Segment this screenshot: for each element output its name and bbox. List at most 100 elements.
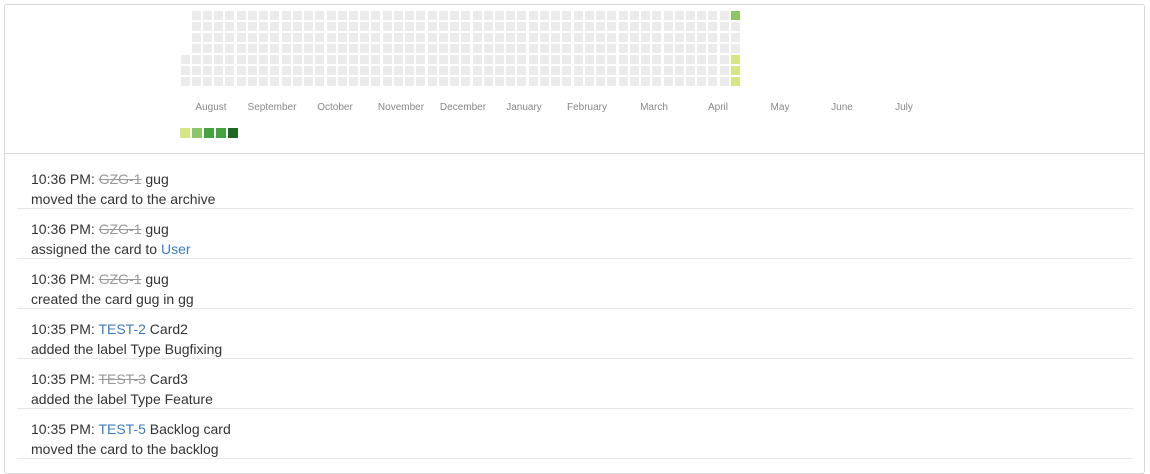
heatmap-day-cell[interactable]	[574, 55, 583, 64]
heatmap-day-cell[interactable]	[517, 55, 526, 64]
heatmap-day-cell[interactable]	[708, 44, 717, 53]
heatmap-day-cell[interactable]	[282, 22, 291, 31]
heatmap-day-cell[interactable]	[248, 55, 257, 64]
heatmap-day-cell[interactable]	[731, 22, 740, 31]
heatmap-day-cell[interactable]	[641, 11, 650, 20]
heatmap-day-cell[interactable]	[495, 33, 504, 42]
heatmap-day-cell[interactable]	[708, 33, 717, 42]
heatmap-day-cell[interactable]	[270, 77, 279, 86]
heatmap-day-cell[interactable]	[293, 66, 302, 75]
heatmap-day-cell[interactable]	[349, 33, 358, 42]
heatmap-day-cell[interactable]	[282, 55, 291, 64]
heatmap-day-cell[interactable]	[720, 11, 729, 20]
heatmap-day-cell[interactable]	[630, 33, 639, 42]
heatmap-day-cell[interactable]	[371, 44, 380, 53]
heatmap-day-cell[interactable]	[596, 33, 605, 42]
heatmap-day-cell[interactable]	[237, 22, 246, 31]
heatmap-day-cell[interactable]	[652, 66, 661, 75]
heatmap-day-cell[interactable]	[473, 22, 482, 31]
heatmap-day-cell[interactable]	[517, 44, 526, 53]
heatmap-day-cell[interactable]	[529, 11, 538, 20]
heatmap-day-cell[interactable]	[461, 77, 470, 86]
heatmap-day-cell[interactable]	[405, 22, 414, 31]
heatmap-day-cell[interactable]	[405, 33, 414, 42]
heatmap-day-cell[interactable]	[225, 77, 234, 86]
heatmap-day-cell[interactable]	[405, 66, 414, 75]
heatmap-day-cell[interactable]	[405, 11, 414, 20]
heatmap-day-cell[interactable]	[428, 66, 437, 75]
heatmap-day-cell[interactable]	[282, 44, 291, 53]
heatmap-day-cell[interactable]	[720, 66, 729, 75]
heatmap-day-cell[interactable]	[697, 44, 706, 53]
heatmap-day-cell[interactable]	[214, 22, 223, 31]
heatmap-day-cell[interactable]	[551, 11, 560, 20]
heatmap-day-cell[interactable]	[675, 11, 684, 20]
heatmap-day-cell[interactable]	[630, 66, 639, 75]
heatmap-day-cell[interactable]	[708, 66, 717, 75]
heatmap-day-cell[interactable]	[619, 66, 628, 75]
heatmap-day-cell[interactable]	[607, 44, 616, 53]
heatmap-day-cell[interactable]	[540, 11, 549, 20]
heatmap-day-cell[interactable]	[607, 11, 616, 20]
heatmap-day-cell[interactable]	[349, 44, 358, 53]
heatmap-day-cell[interactable]	[585, 11, 594, 20]
heatmap-day-cell[interactable]	[517, 22, 526, 31]
heatmap-day-cell[interactable]	[517, 66, 526, 75]
heatmap-day-cell[interactable]	[450, 33, 459, 42]
heatmap-day-cell[interactable]	[574, 33, 583, 42]
heatmap-day-cell[interactable]	[461, 44, 470, 53]
heatmap-day-cell[interactable]	[405, 44, 414, 53]
heatmap-day-cell[interactable]	[192, 55, 201, 64]
heatmap-day-cell[interactable]	[192, 11, 201, 20]
heatmap-day-cell[interactable]	[461, 33, 470, 42]
heatmap-day-cell[interactable]	[529, 77, 538, 86]
heatmap-day-cell[interactable]	[394, 22, 403, 31]
heatmap-day-cell[interactable]	[439, 22, 448, 31]
heatmap-day-cell[interactable]	[484, 66, 493, 75]
heatmap-day-cell[interactable]	[506, 44, 515, 53]
heatmap-day-cell[interactable]	[686, 77, 695, 86]
heatmap-day-cell[interactable]	[540, 44, 549, 53]
heatmap-day-cell[interactable]	[304, 22, 313, 31]
heatmap-day-cell[interactable]	[259, 11, 268, 20]
heatmap-day-cell[interactable]	[416, 11, 425, 20]
heatmap-day-cell[interactable]	[506, 11, 515, 20]
heatmap-day-cell[interactable]	[214, 77, 223, 86]
heatmap-day-cell[interactable]	[225, 66, 234, 75]
heatmap-day-cell[interactable]	[416, 22, 425, 31]
heatmap-day-cell[interactable]	[461, 11, 470, 20]
heatmap-day-cell[interactable]	[596, 66, 605, 75]
heatmap-day-cell[interactable]	[259, 33, 268, 42]
heatmap-day-cell[interactable]	[517, 77, 526, 86]
heatmap-day-cell[interactable]	[585, 66, 594, 75]
heatmap-day-cell[interactable]	[338, 55, 347, 64]
heatmap-day-cell[interactable]	[641, 66, 650, 75]
heatmap-day-cell[interactable]	[439, 77, 448, 86]
card-key-link[interactable]: GZG-1	[99, 221, 142, 237]
heatmap-day-cell[interactable]	[495, 77, 504, 86]
heatmap-day-cell[interactable]	[349, 11, 358, 20]
heatmap-day-cell[interactable]	[214, 44, 223, 53]
heatmap-day-cell[interactable]	[237, 33, 246, 42]
heatmap-day-cell[interactable]	[304, 44, 313, 53]
heatmap-day-cell[interactable]	[461, 55, 470, 64]
heatmap-day-cell[interactable]	[360, 66, 369, 75]
heatmap-day-cell[interactable]	[270, 11, 279, 20]
heatmap-day-cell[interactable]	[203, 44, 212, 53]
heatmap-day-cell[interactable]	[203, 33, 212, 42]
heatmap-day-cell[interactable]	[652, 33, 661, 42]
heatmap-day-cell[interactable]	[371, 77, 380, 86]
heatmap-day-cell[interactable]	[248, 22, 257, 31]
heatmap-day-cell[interactable]	[540, 55, 549, 64]
heatmap-day-cell[interactable]	[675, 44, 684, 53]
heatmap-day-cell[interactable]	[214, 55, 223, 64]
heatmap-day-cell[interactable]	[360, 44, 369, 53]
heatmap-day-cell[interactable]	[450, 66, 459, 75]
heatmap-day-cell[interactable]	[675, 22, 684, 31]
heatmap-day-cell[interactable]	[450, 77, 459, 86]
heatmap-day-cell[interactable]	[450, 44, 459, 53]
heatmap-day-cell[interactable]	[181, 77, 190, 86]
heatmap-day-cell[interactable]	[293, 44, 302, 53]
heatmap-day-cell[interactable]	[327, 66, 336, 75]
heatmap-day-cell[interactable]	[607, 66, 616, 75]
